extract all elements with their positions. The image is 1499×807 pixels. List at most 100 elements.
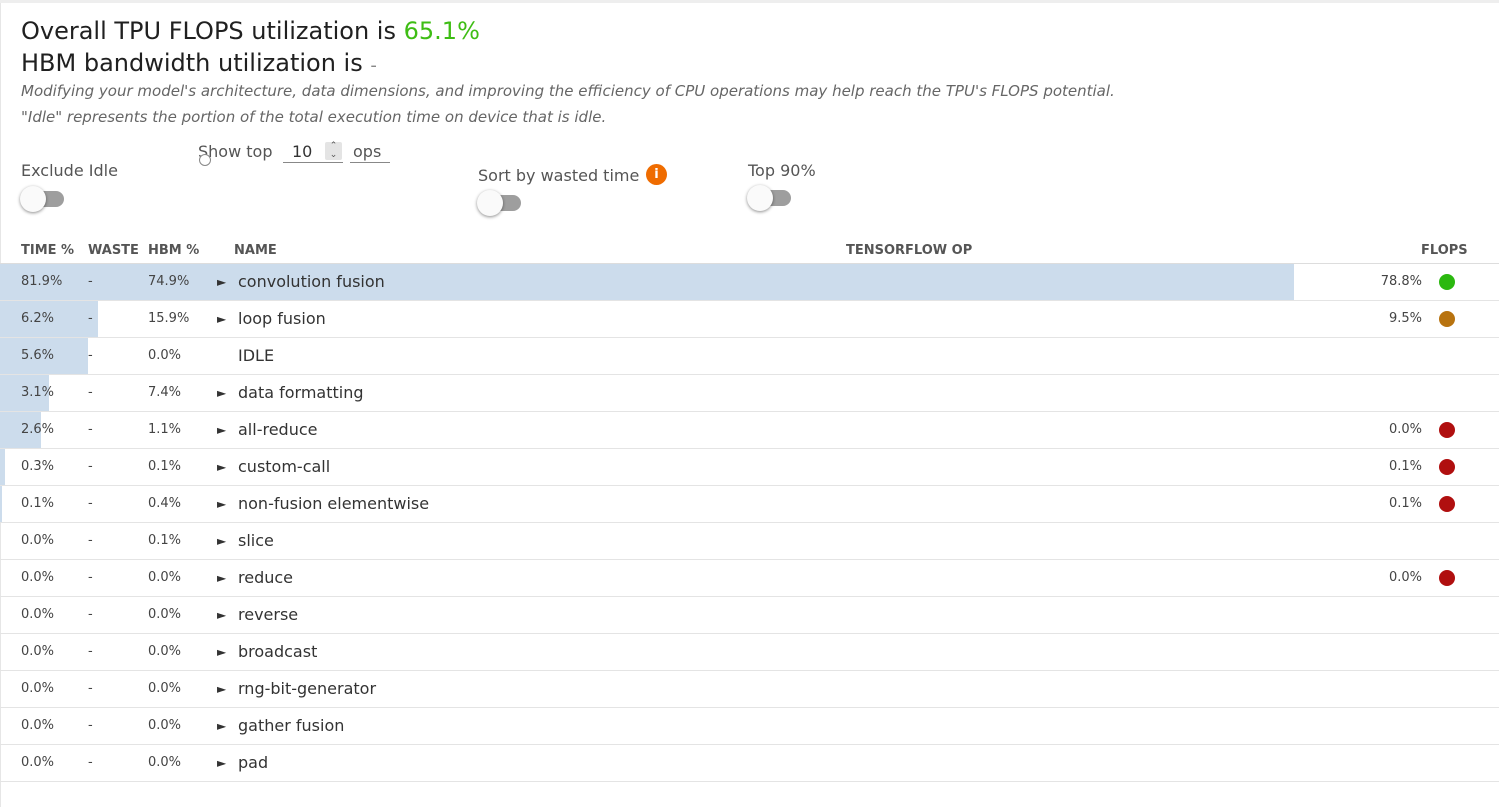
time-percent: 0.3% bbox=[21, 459, 55, 474]
hbm-percent: 0.0% bbox=[148, 348, 182, 363]
time-percent: 0.0% bbox=[21, 533, 55, 548]
header-waste[interactable]: WASTE bbox=[88, 244, 139, 258]
flops-percent: 0.1% bbox=[1388, 459, 1422, 474]
waste-value: - bbox=[88, 570, 93, 585]
time-percent: 0.0% bbox=[21, 570, 55, 585]
hbm-percent: 0.1% bbox=[148, 459, 182, 474]
waste-value: - bbox=[88, 385, 93, 400]
time-bar bbox=[0, 449, 5, 485]
waste-value: - bbox=[88, 274, 93, 289]
table-row[interactable]: 0.0% - 0.0% ► broadcast bbox=[0, 634, 1499, 671]
waste-value: - bbox=[88, 459, 93, 474]
hbm-percent: 0.0% bbox=[148, 644, 182, 659]
expand-arrow-icon[interactable]: ► bbox=[217, 560, 226, 596]
spinner-arrows-icon[interactable]: ⌃ ⌄ bbox=[325, 142, 342, 160]
toggle-thumb bbox=[20, 186, 46, 212]
table-row[interactable]: 0.0% - 0.0% ► pad bbox=[0, 745, 1499, 782]
waste-value: - bbox=[88, 311, 93, 326]
time-bar bbox=[0, 264, 1294, 300]
op-name: IDLE bbox=[238, 346, 275, 365]
table-row[interactable]: 0.0% - 0.0% ► rng-bit-generator bbox=[0, 671, 1499, 708]
show-top-input[interactable]: 10 ⌃ ⌄ bbox=[283, 142, 343, 163]
time-percent: 3.1% bbox=[21, 385, 55, 400]
table-row[interactable]: 3.1% - 7.4% ► data formatting bbox=[0, 375, 1499, 412]
op-name: reverse bbox=[238, 605, 299, 624]
flops-utilization-prefix: Overall TPU FLOPS utilization is bbox=[21, 17, 396, 45]
time-percent: 0.0% bbox=[21, 755, 55, 770]
table-row[interactable]: 0.0% - 0.0% ► reverse bbox=[0, 597, 1499, 634]
table-row[interactable]: 5.6% - 0.0% IDLE bbox=[0, 338, 1499, 375]
header-time[interactable]: TIME % bbox=[21, 244, 74, 258]
hbm-percent: 0.0% bbox=[148, 570, 182, 585]
op-name: broadcast bbox=[238, 642, 318, 661]
table-row[interactable]: 0.0% - 0.0% ► reduce 0.0% bbox=[0, 560, 1499, 597]
header-hbm[interactable]: HBM % bbox=[148, 244, 199, 258]
table-row[interactable]: 6.2% - 15.9% ► loop fusion 9.5% bbox=[0, 301, 1499, 338]
table-row[interactable]: 0.0% - 0.1% ► slice bbox=[0, 523, 1499, 560]
op-name: reduce bbox=[238, 568, 294, 587]
table-row[interactable]: 2.6% - 1.1% ► all-reduce 0.0% bbox=[0, 412, 1499, 449]
expand-arrow-icon[interactable]: ► bbox=[217, 523, 226, 559]
idle-description: "Idle" represents the portion of the tot… bbox=[21, 108, 607, 126]
expand-arrow-icon[interactable]: ► bbox=[217, 745, 226, 781]
hbm-utilization-prefix: HBM bandwidth utilization is bbox=[21, 49, 363, 77]
waste-value: - bbox=[88, 644, 93, 659]
op-name: slice bbox=[238, 531, 274, 550]
show-top-slider-knob[interactable] bbox=[199, 154, 211, 166]
expand-arrow-icon[interactable]: ► bbox=[217, 449, 226, 485]
hbm-utilization-value: - bbox=[370, 55, 377, 76]
table-row[interactable]: 0.3% - 0.1% ► custom-call 0.1% bbox=[0, 449, 1499, 486]
op-name: gather fusion bbox=[238, 716, 345, 735]
exclude-idle-toggle[interactable] bbox=[20, 186, 66, 212]
expand-arrow-icon[interactable]: ► bbox=[217, 412, 226, 448]
time-percent: 0.0% bbox=[21, 644, 55, 659]
time-percent: 2.6% bbox=[21, 422, 55, 437]
op-name: rng-bit-generator bbox=[238, 679, 377, 698]
hbm-percent: 74.9% bbox=[148, 274, 190, 289]
expand-arrow-icon[interactable]: ► bbox=[217, 634, 226, 670]
flops-percent: 78.8% bbox=[1380, 274, 1422, 289]
expand-arrow-icon[interactable]: ► bbox=[217, 708, 226, 744]
flops-utilization-heading: Overall TPU FLOPS utilization is 65.1% bbox=[21, 16, 480, 46]
sort-by-wasted-time-toggle[interactable] bbox=[477, 190, 523, 216]
toggle-thumb bbox=[477, 190, 503, 216]
waste-value: - bbox=[88, 348, 93, 363]
time-percent: 0.0% bbox=[21, 607, 55, 622]
expand-arrow-icon[interactable]: ► bbox=[217, 375, 226, 411]
time-percent: 0.1% bbox=[21, 496, 55, 511]
op-name: convolution fusion bbox=[238, 272, 385, 291]
top-90-percent-toggle[interactable] bbox=[747, 185, 793, 211]
header-tensorflow-op[interactable]: TENSORFLOW OP bbox=[846, 244, 972, 258]
table-row[interactable]: 0.1% - 0.4% ► non-fusion elementwise 0.1% bbox=[0, 486, 1499, 523]
flops-percent: 0.0% bbox=[1388, 570, 1422, 585]
op-name: non-fusion elementwise bbox=[238, 494, 430, 513]
utilization-description: Modifying your model's architecture, dat… bbox=[21, 82, 1115, 100]
time-percent: 0.0% bbox=[21, 681, 55, 696]
op-name: pad bbox=[238, 753, 269, 772]
expand-arrow-icon[interactable]: ► bbox=[217, 264, 226, 300]
hbm-percent: 0.0% bbox=[148, 755, 182, 770]
hbm-percent: 7.4% bbox=[148, 385, 182, 400]
waste-value: - bbox=[88, 422, 93, 437]
expand-arrow-icon[interactable]: ► bbox=[217, 486, 226, 522]
op-name: all-reduce bbox=[238, 420, 318, 439]
expand-arrow-icon[interactable]: ► bbox=[217, 301, 226, 337]
show-top-value: 10 bbox=[292, 142, 313, 161]
flops-percent: 0.1% bbox=[1388, 496, 1422, 511]
expand-arrow-icon[interactable]: ► bbox=[217, 671, 226, 707]
status-dot-icon bbox=[1439, 496, 1455, 512]
table-row[interactable]: 0.0% - 0.0% ► gather fusion bbox=[0, 708, 1499, 745]
waste-value: - bbox=[88, 755, 93, 770]
waste-value: - bbox=[88, 607, 93, 622]
waste-value: - bbox=[88, 496, 93, 511]
header-name[interactable]: NAME bbox=[234, 244, 277, 258]
table-row[interactable]: 81.9% - 74.9% ► convolution fusion 78.8% bbox=[0, 264, 1499, 301]
hbm-percent: 1.1% bbox=[148, 422, 182, 437]
time-percent: 0.0% bbox=[21, 718, 55, 733]
header-flops[interactable]: FLOPS bbox=[1421, 244, 1468, 258]
hbm-utilization-heading: HBM bandwidth utilization is - bbox=[21, 48, 377, 81]
exclude-idle-label: Exclude Idle bbox=[21, 161, 118, 180]
status-dot-icon bbox=[1439, 274, 1455, 290]
expand-arrow-icon[interactable]: ► bbox=[217, 597, 226, 633]
info-icon[interactable]: i bbox=[646, 164, 667, 185]
